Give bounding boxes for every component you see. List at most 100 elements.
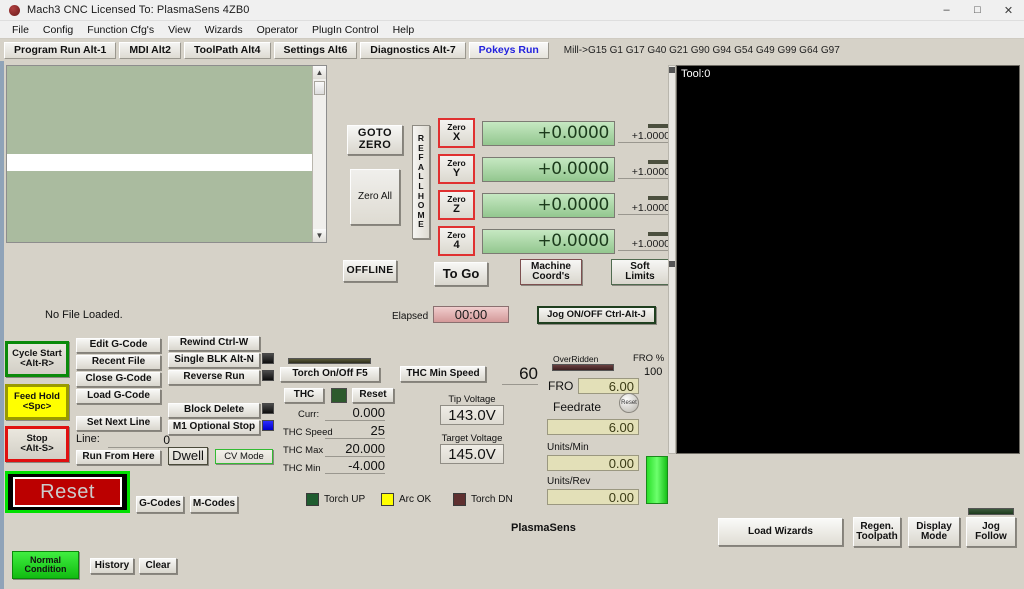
menu-item-help[interactable]: Help (386, 23, 422, 37)
clear-button[interactable]: Clear (139, 558, 177, 574)
main-body: ▲ ▼ GOTO ZERO Zero All REFALLHOME Zero X… (0, 61, 1024, 589)
menu-item-config[interactable]: Config (36, 23, 80, 37)
zero-z-button[interactable]: Zero Z (438, 190, 475, 220)
dro-x-right: +1.0000 (618, 123, 670, 143)
thc-speed-value[interactable]: 25 (325, 423, 385, 439)
scroll-thumb[interactable] (314, 81, 325, 95)
feedrate-label: Feedrate (553, 400, 602, 414)
scroll-up-icon[interactable]: ▲ (313, 66, 326, 79)
dwell-indicator: Dwell (168, 447, 208, 465)
dro-y-scale[interactable]: +1.0000 (618, 166, 670, 179)
toolpath-scroll-top-handle[interactable] (669, 67, 675, 73)
gcode-list-inner (7, 66, 312, 242)
regen-toolpath-button[interactable]: Regen. Toolpath (853, 517, 901, 547)
dro-z-scale[interactable]: +1.0000 (618, 202, 670, 215)
menu-item-file[interactable]: File (5, 23, 36, 37)
dro-z-value[interactable]: +0.0000 (482, 192, 615, 218)
machine-coords-button[interactable]: Machine Coord's (520, 259, 582, 285)
menu-item-operator[interactable]: Operator (250, 23, 305, 37)
toolpath-display[interactable]: Tool:0 (676, 65, 1020, 454)
display-mode-button[interactable]: Display Mode (908, 517, 960, 547)
dro-x-value[interactable]: +0.0000 (482, 120, 615, 146)
title-bar: Mach3 CNC Licensed To: PlasmaSens 4ZB0 –… (0, 0, 1024, 21)
jog-follow-button[interactable]: Jog Follow (966, 517, 1016, 547)
single-blk-button[interactable]: Single BLK Alt-N (168, 353, 260, 368)
block-delete-button[interactable]: Block Delete (168, 403, 260, 418)
tab-pokeys-run[interactable]: Pokeys Run (468, 41, 549, 59)
line-value[interactable]: 0 (108, 433, 170, 448)
dro-y-value[interactable]: +0.0000 (482, 156, 615, 182)
offline-button[interactable]: OFFLINE (343, 260, 397, 282)
fro-reset-knob[interactable]: Reset (619, 393, 639, 413)
stop-button[interactable]: Stop <Alt-S> (5, 426, 69, 462)
jog-on-off-button[interactable]: Jog ON/OFF Ctrl-Alt-J (537, 306, 656, 324)
menu-item-wizards[interactable]: Wizards (198, 23, 250, 37)
target-voltage-value[interactable]: 145.0V (440, 444, 504, 464)
reset-button[interactable]: Reset (5, 471, 130, 513)
dro-z-led (648, 195, 670, 200)
zero-all-button[interactable]: Zero All (350, 169, 400, 225)
window-controls: – □ ✕ (931, 0, 1024, 21)
indicator-torch-dn: Torch DN (453, 493, 513, 506)
tab-program-run[interactable]: Program Run Alt-1 (4, 41, 117, 59)
set-next-line-button[interactable]: Set Next Line (76, 416, 161, 431)
minimize-icon[interactable]: – (931, 0, 962, 21)
tab-mdi[interactable]: MDI Alt2 (119, 41, 181, 59)
thc-max-value[interactable]: 20.000 (325, 441, 385, 457)
torch-on-off-button[interactable]: Torch On/Off F5 (280, 367, 380, 382)
tab-diagnostics[interactable]: Diagnostics Alt-7 (360, 41, 466, 59)
feedrate-value[interactable]: 6.00 (547, 419, 639, 435)
m-codes-button[interactable]: M-Codes (190, 496, 238, 513)
reverse-run-button[interactable]: Reverse Run (168, 370, 260, 385)
thc-min-speed-value[interactable]: 60 (502, 364, 538, 385)
thc-reset-button[interactable]: Reset (352, 388, 394, 403)
fro-value[interactable]: 6.00 (578, 378, 639, 394)
torch-up-label: Torch UP (324, 494, 366, 505)
tip-voltage-label: Tip Voltage (448, 394, 496, 405)
load-gcode-button[interactable]: Load G-Code (76, 389, 161, 404)
toolpath-side-scrollbar[interactable] (668, 65, 676, 454)
g-codes-button[interactable]: G-Codes (136, 496, 184, 513)
recent-file-button[interactable]: Recent File (76, 355, 161, 370)
menu-item-view[interactable]: View (161, 23, 198, 37)
maximize-icon[interactable]: □ (962, 0, 993, 21)
toolpath-scroll-mid-handle[interactable] (669, 261, 675, 267)
close-icon[interactable]: ✕ (993, 0, 1024, 21)
zero-y-button[interactable]: Zero Y (438, 154, 475, 184)
feedrate-bar (646, 456, 668, 504)
tab-settings[interactable]: Settings Alt6 (273, 41, 358, 59)
menu-item-function-cfgs[interactable]: Function Cfg's (80, 23, 161, 37)
tab-bar: Program Run Alt-1 MDI Alt2 ToolPath Alt4… (0, 39, 1024, 61)
dro-z-right: +1.0000 (618, 195, 670, 215)
gcode-scrollbar[interactable]: ▲ ▼ (312, 66, 326, 242)
thc-curr-label: Curr: (298, 409, 320, 420)
tool-number-label: Tool:0 (681, 68, 711, 80)
close-gcode-button[interactable]: Close G-Code (76, 372, 161, 387)
edit-gcode-button[interactable]: Edit G-Code (76, 338, 161, 353)
thc-curr-value[interactable]: 0.000 (325, 405, 385, 421)
history-button[interactable]: History (90, 558, 134, 574)
zero-x-button[interactable]: Zero X (438, 118, 475, 148)
feed-hold-button[interactable]: Feed Hold <Spc> (5, 384, 69, 420)
gcode-list[interactable]: ▲ ▼ (6, 65, 327, 243)
cycle-start-button[interactable]: Cycle Start <Alt-R> (5, 341, 69, 377)
menu-item-plugin-control[interactable]: PlugIn Control (305, 23, 386, 37)
to-go-button[interactable]: To Go (434, 262, 488, 286)
ref-all-home-button[interactable]: REFALLHOME (412, 125, 430, 239)
rewind-button[interactable]: Rewind Ctrl-W (168, 336, 260, 351)
dro-x-scale[interactable]: +1.0000 (618, 130, 670, 143)
goto-zero-button[interactable]: GOTO ZERO (347, 125, 403, 155)
zero-4-button[interactable]: Zero 4 (438, 226, 475, 256)
display-line2: Mode (920, 531, 948, 542)
soft-limits-button[interactable]: Soft Limits (611, 259, 669, 285)
dro-4-value[interactable]: +0.0000 (482, 228, 615, 254)
load-wizards-button[interactable]: Load Wizards (718, 518, 843, 546)
thc-min-speed-button[interactable]: THC Min Speed (400, 366, 486, 382)
scroll-down-icon[interactable]: ▼ (313, 229, 326, 242)
m1-optional-stop-button[interactable]: M1 Optional Stop (168, 420, 260, 435)
tab-toolpath[interactable]: ToolPath Alt4 (184, 41, 271, 59)
thc-button[interactable]: THC (284, 388, 324, 403)
dro-4-scale[interactable]: +1.0000 (618, 238, 670, 251)
run-from-here-button[interactable]: Run From Here (76, 450, 161, 465)
thc-min-value[interactable]: -4.000 (325, 458, 385, 474)
